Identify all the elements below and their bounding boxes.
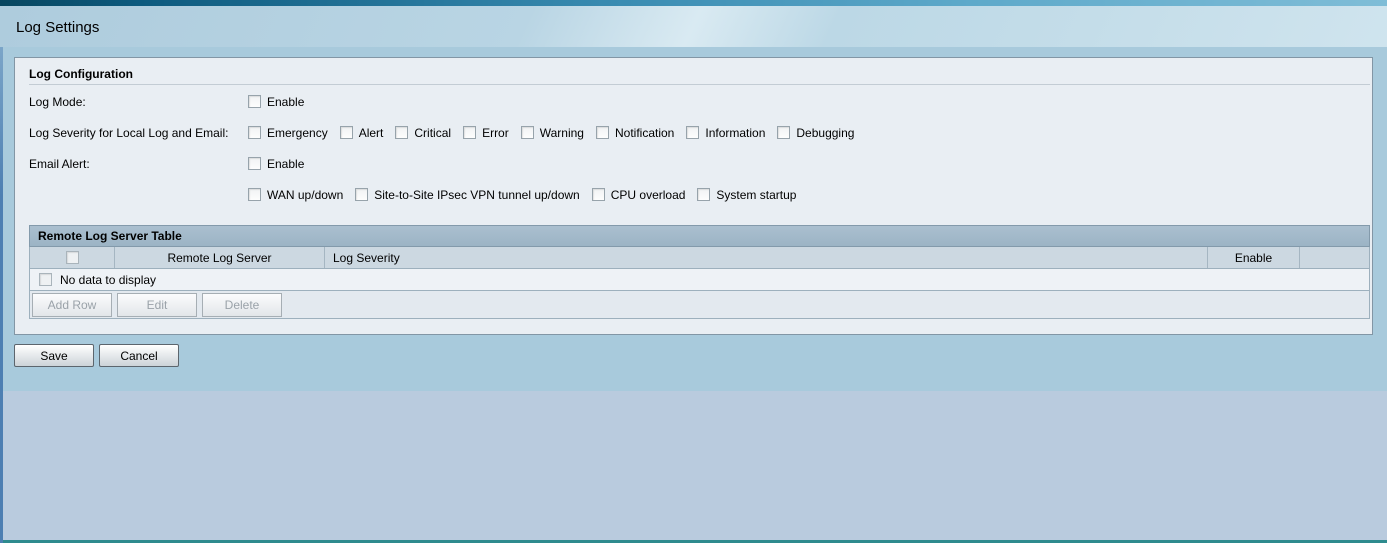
checkbox-debugging[interactable] [777,126,791,139]
table-title: Remote Log Server Table [29,225,1370,247]
checkbox-vpn-tunnel-updown[interactable] [355,188,369,201]
severity-error-option[interactable]: Error [463,126,509,140]
checkbox-label: Notification [614,125,675,140]
remote-log-server-table: Remote Log Server Table Remote Log Serve… [29,225,1370,319]
left-edge-strip [0,47,3,543]
severity-information-option[interactable]: Information [686,126,765,140]
column-log-severity: Log Severity [325,247,1208,268]
severity-alert-option[interactable]: Alert [339,125,384,140]
form-row-alert-events: WAN up/down Site-to-Site IPsec VPN tunne… [29,179,1370,210]
checkbox-label: WAN up/down [267,187,344,202]
cpu-overload-option[interactable]: CPU overload [591,187,686,202]
no-data-label: No data to display [60,272,157,287]
cancel-button[interactable]: Cancel [99,344,179,367]
section-divider [29,84,1370,85]
checkbox-cpu-overload[interactable] [591,188,605,201]
page-header: Log Settings [0,6,1387,47]
checkbox-label: CPU overload [610,187,686,202]
column-label: Remote Log Server [167,250,272,265]
checkbox-wan-updown[interactable] [248,188,261,201]
save-button[interactable]: Save [14,344,94,367]
log-mode-label: Log Mode: [29,94,86,109]
log-severity-label: Log Severity for Local Log and Email: [29,125,229,140]
checkbox-notification[interactable] [595,126,609,139]
no-data-checkbox[interactable] [39,273,52,286]
table-header-row: Remote Log Server Log Severity Enable [29,247,1370,269]
log-mode-options: Enable [248,95,304,109]
wan-updown-option[interactable]: WAN up/down [248,188,343,202]
checkbox-label: Information [705,125,766,140]
edit-button[interactable]: Edit [117,292,197,317]
add-row-button[interactable]: Add Row [32,292,112,317]
checkbox-error[interactable] [463,126,477,139]
checkbox-label: Emergency [267,125,328,140]
log-configuration-panel: Log Configuration Log Mode: Enable Log S… [14,57,1373,335]
email-alert-enable-option[interactable]: Enable [248,157,304,171]
empty-table-row: No data to display [29,269,1370,291]
checkbox-information[interactable] [686,126,700,139]
checkbox-label: Critical [414,125,452,140]
select-all-checkbox[interactable] [65,251,79,264]
section-title: Log Configuration [29,67,133,81]
severity-critical-option[interactable]: Critical [395,126,451,140]
column-label: Enable [1234,250,1273,265]
column-enable: Enable [1208,247,1300,268]
severity-debugging-option[interactable]: Debugging [777,126,854,140]
column-label: Log Severity [333,250,400,265]
checkbox-label: Warning [539,125,584,140]
checkbox-label: Enable [267,94,305,109]
column-actions [1300,247,1369,268]
header-select-cell [30,247,115,268]
checkbox-email-alert-enable[interactable] [248,157,261,170]
screen: Log Settings Log Configuration Log Mode:… [0,0,1387,543]
form-row-log-mode: Log Mode: Enable [29,86,1370,117]
column-remote-log-server: Remote Log Server [115,247,325,268]
severity-notification-option[interactable]: Notification [595,125,675,140]
page-title: Log Settings [16,19,100,36]
page-background [0,391,1387,540]
content-area: Log Configuration Log Mode: Enable Log S… [0,47,1387,391]
form-row-log-severity: Log Severity for Local Log and Email: Em… [29,117,1370,148]
checkbox-log-mode-enable[interactable] [248,95,261,108]
checkbox-alert[interactable] [339,126,353,139]
checkbox-label: Debugging [796,125,855,140]
checkbox-system-startup[interactable] [697,188,711,201]
checkbox-label: Site-to-Site IPsec VPN tunnel up/down [374,187,580,202]
alert-event-options: WAN up/down Site-to-Site IPsec VPN tunne… [248,188,796,202]
form-row-email-alert: Email Alert: Enable [29,148,1370,179]
log-mode-enable-option[interactable]: Enable [248,95,304,109]
log-severity-options: Emergency Alert Critical Error Warning N… [248,126,854,140]
checkbox-label: Error [482,125,509,140]
checkbox-warning[interactable] [520,126,534,139]
email-alert-label: Email Alert: [29,156,90,171]
system-startup-option[interactable]: System startup [697,188,796,202]
severity-warning-option[interactable]: Warning [520,125,584,140]
checkbox-critical[interactable] [395,126,409,139]
checkbox-label: Alert [358,125,384,140]
checkbox-label: Enable [267,156,305,171]
table-button-row: Add Row Edit Delete [29,291,1370,319]
vpn-tunnel-updown-option[interactable]: Site-to-Site IPsec VPN tunnel up/down [355,187,580,202]
severity-emergency-option[interactable]: Emergency [248,126,328,140]
email-alert-options: Enable [248,157,304,171]
checkbox-emergency[interactable] [248,126,261,139]
form-actions: Save Cancel [14,344,1373,367]
checkbox-label: System startup [716,187,797,202]
delete-button[interactable]: Delete [202,292,282,317]
